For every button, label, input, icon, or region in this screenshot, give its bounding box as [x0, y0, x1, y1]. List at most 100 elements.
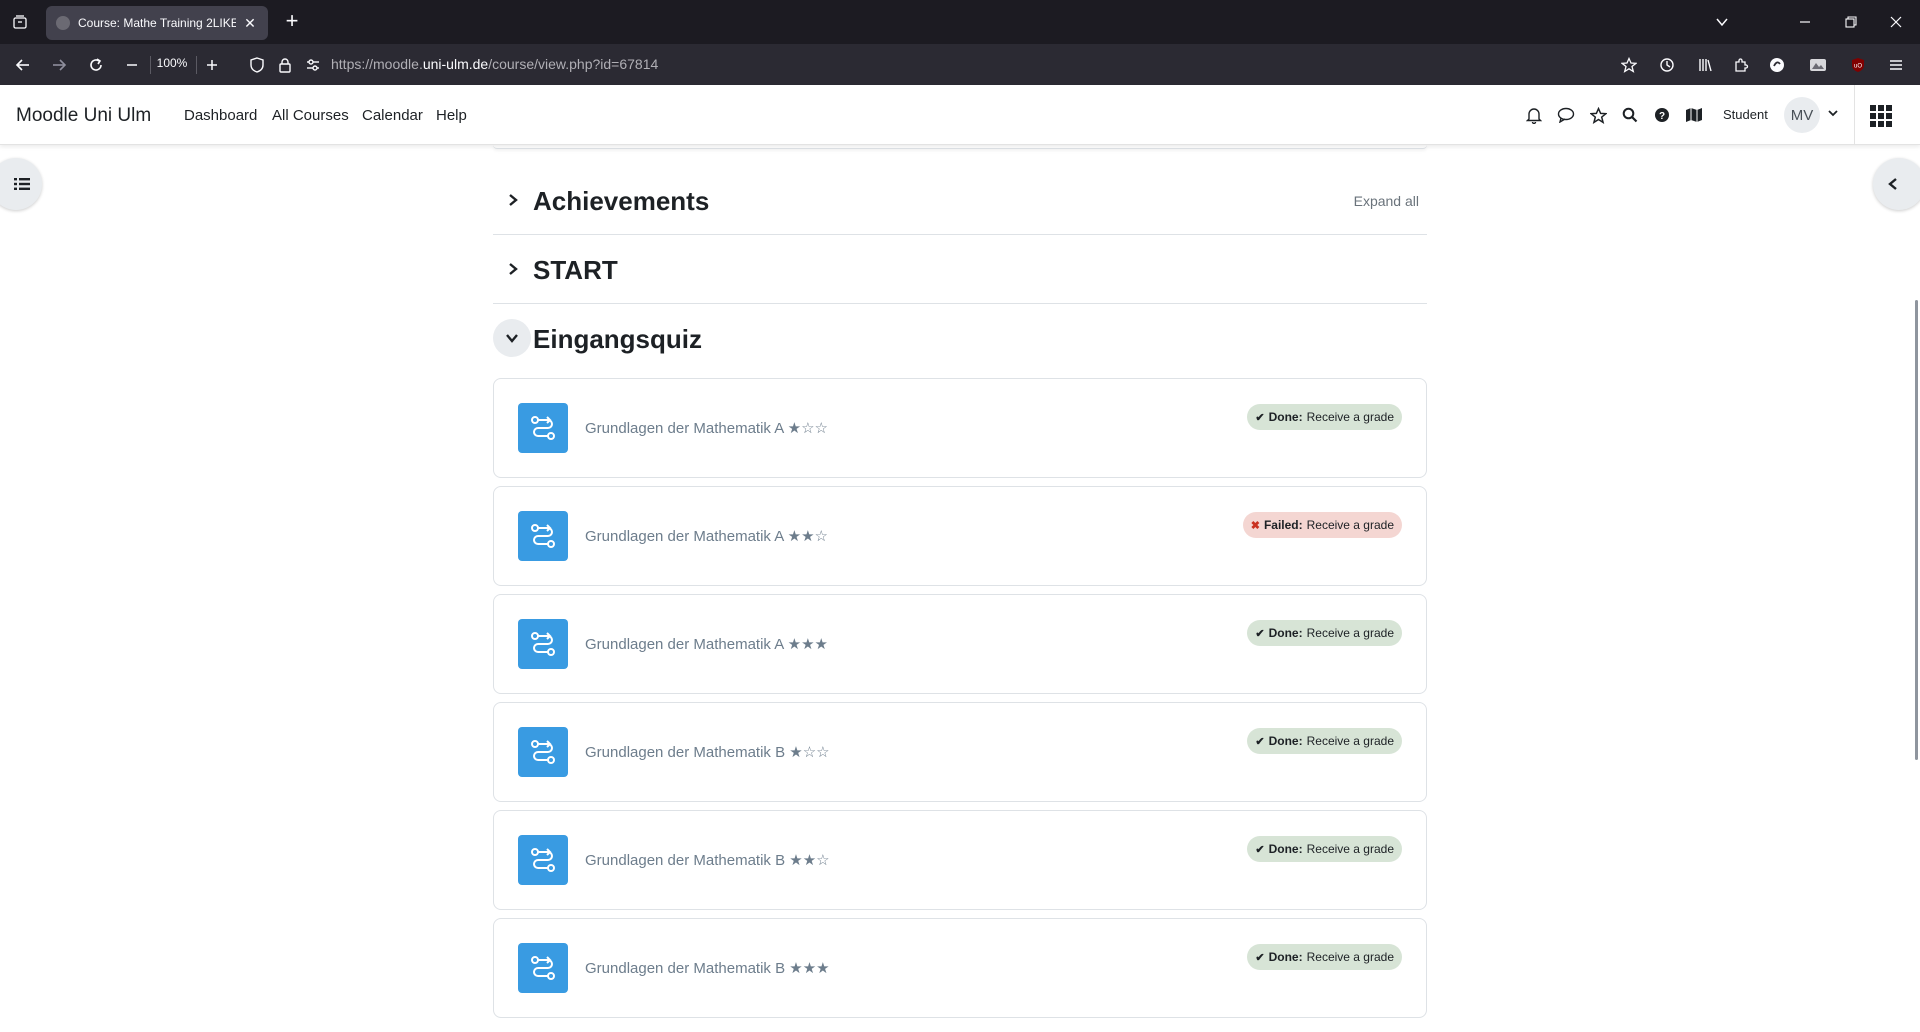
close-tab-icon[interactable]: ✕: [242, 15, 258, 32]
tab-list-icon[interactable]: [8, 10, 32, 34]
requirement-label: Receive a grade: [1306, 842, 1394, 856]
check-icon: ✔: [1255, 951, 1265, 964]
activity-card: Grundlagen der Mathematik A ★★★ ✔ Done: Rec…: [493, 594, 1427, 694]
forward-arrow-icon[interactable]: [46, 52, 72, 78]
section-title[interactable]: START: [533, 255, 618, 286]
requirement-label: Receive a grade: [1306, 518, 1394, 532]
section-achievements: Achievements Expand all: [493, 166, 1427, 235]
zoom-out-icon[interactable]: [119, 52, 145, 78]
extension-mountain-icon[interactable]: [1805, 52, 1831, 78]
back-arrow-icon[interactable]: [10, 52, 36, 78]
library-icon[interactable]: [1692, 52, 1718, 78]
app-grid-icon[interactable]: [1870, 105, 1892, 127]
check-icon: ✔: [1255, 627, 1265, 640]
activity-link[interactable]: Grundlagen der Mathematik B ★☆☆: [585, 743, 830, 761]
hamburger-menu-icon[interactable]: [1883, 52, 1909, 78]
completion-status-badge: ✔ Done: Receive a grade: [1247, 944, 1402, 970]
url-bar[interactable]: https://moodle.uni-ulm.de/course/view.ph…: [331, 56, 658, 72]
activity-card: Grundlagen der Mathematik B ★★★ ✔ Done: Rec…: [493, 918, 1427, 1018]
requirement-label: Receive a grade: [1306, 626, 1394, 640]
nav-help[interactable]: Help: [436, 107, 467, 124]
minimize-window-icon[interactable]: [1791, 8, 1819, 36]
section-eingangsquiz: Eingangsquiz: [493, 304, 1427, 373]
check-icon: ✔: [1255, 411, 1265, 424]
nav-calendar[interactable]: Calendar: [362, 107, 423, 124]
expand-all-link[interactable]: Expand all: [1354, 193, 1419, 209]
zoom-level[interactable]: 100%: [152, 56, 192, 70]
section-title[interactable]: Achievements: [533, 186, 709, 217]
avatar[interactable]: MV: [1784, 97, 1820, 133]
history-clock-icon[interactable]: [1654, 52, 1680, 78]
status-label: Done:: [1268, 410, 1303, 424]
site-brand[interactable]: Moodle Uni Ulm: [16, 105, 151, 127]
status-label: Failed:: [1263, 518, 1303, 532]
header-divider: [1854, 85, 1855, 145]
nav-dashboard[interactable]: Dashboard: [184, 107, 257, 124]
course-index-drawer-toggle[interactable]: [0, 158, 42, 210]
permissions-icon[interactable]: [300, 52, 326, 78]
moodle-navbar: Moodle Uni Ulm Dashboard All Courses Cal…: [0, 85, 1920, 145]
completion-status-badge: ✔ Done: Receive a grade: [1247, 404, 1402, 430]
url-domain: uni-ulm.de: [422, 56, 489, 72]
check-icon: ✔: [1255, 843, 1265, 856]
activity-card: Grundlagen der Mathematik B ★☆☆ ✔ Done: Rec…: [493, 702, 1427, 802]
zoom-separator: [150, 56, 151, 74]
block-drawer-toggle[interactable]: [1873, 158, 1920, 210]
activity-link[interactable]: Grundlagen der Mathematik A ★★★: [585, 635, 828, 653]
user-menu-chevron-down-icon[interactable]: [1826, 106, 1840, 120]
activity-card: Grundlagen der Mathematik A ★☆☆ ✔ Done: Rec…: [493, 378, 1427, 478]
starred-star-icon[interactable]: [1588, 105, 1608, 125]
close-window-icon[interactable]: [1882, 8, 1910, 36]
chevron-right-icon[interactable]: [501, 188, 525, 212]
activity-link[interactable]: Grundlagen der Mathematik B ★★★: [585, 959, 830, 977]
quiz-flow-icon[interactable]: [518, 511, 568, 561]
activity-card: Grundlagen der Mathematik A ★★☆ ✖ Failed: R…: [493, 486, 1427, 586]
user-role-label: Student: [1723, 107, 1768, 122]
quiz-flow-icon[interactable]: [518, 943, 568, 993]
new-tab-plus-icon[interactable]: +: [280, 10, 304, 34]
list-icon: [14, 178, 30, 190]
section-title[interactable]: Eingangsquiz: [533, 324, 702, 355]
svg-text:?: ?: [1659, 111, 1665, 122]
activity-link[interactable]: Grundlagen der Mathematik A ★★☆: [585, 527, 828, 545]
restore-window-icon[interactable]: [1837, 8, 1865, 36]
requirement-label: Receive a grade: [1306, 734, 1394, 748]
chevron-right-icon[interactable]: [501, 257, 525, 281]
extensions-puzzle-icon[interactable]: [1728, 52, 1754, 78]
sync-account-icon[interactable]: [1764, 52, 1790, 78]
moodle-favicon-icon: [56, 16, 70, 30]
activity-link[interactable]: Grundlagen der Mathematik A ★☆☆: [585, 419, 828, 437]
notifications-bell-icon[interactable]: [1524, 105, 1544, 125]
chevron-down-icon[interactable]: [493, 319, 531, 357]
tab-title: Course: Mathe Training 2LIKE | U: [78, 16, 236, 30]
requirement-label: Receive a grade: [1306, 950, 1394, 964]
completion-status-badge: ✔ Done: Receive a grade: [1247, 620, 1402, 646]
list-all-tabs-chevron-icon[interactable]: [1708, 8, 1736, 36]
quiz-flow-icon[interactable]: [518, 835, 568, 885]
tracking-shield-icon[interactable]: [244, 52, 270, 78]
browser-tab-active[interactable]: Course: Mathe Training 2LIKE | U ✕: [46, 6, 268, 40]
reload-icon[interactable]: [83, 52, 109, 78]
ublock-origin-icon[interactable]: uO: [1845, 52, 1871, 78]
svg-text:uO: uO: [1854, 64, 1862, 70]
activity-card: Grundlagen der Mathematik B ★★☆ ✔ Done: Rec…: [493, 810, 1427, 910]
quiz-flow-icon[interactable]: [518, 727, 568, 777]
section-start: START: [493, 235, 1427, 304]
quiz-flow-icon[interactable]: [518, 403, 568, 453]
check-icon: ✔: [1255, 735, 1265, 748]
browser-nav-bar: 100% https://moodle.uni-ulm.de/course/vi…: [0, 44, 1920, 85]
status-label: Done:: [1268, 734, 1303, 748]
status-label: Done:: [1268, 626, 1303, 640]
lock-icon[interactable]: [272, 52, 298, 78]
completion-status-badge: ✔ Done: Receive a grade: [1247, 728, 1402, 754]
help-question-icon[interactable]: ?: [1652, 105, 1672, 125]
zoom-in-icon[interactable]: [199, 52, 225, 78]
search-icon[interactable]: [1620, 105, 1640, 125]
bookmark-star-icon[interactable]: [1616, 52, 1642, 78]
page-scrollbar[interactable]: [1915, 300, 1918, 760]
map-icon[interactable]: [1684, 105, 1704, 125]
activity-link[interactable]: Grundlagen der Mathematik B ★★☆: [585, 851, 830, 869]
messages-bubble-icon[interactable]: [1556, 105, 1576, 125]
nav-all-courses[interactable]: All Courses: [272, 107, 349, 124]
quiz-flow-icon[interactable]: [518, 619, 568, 669]
